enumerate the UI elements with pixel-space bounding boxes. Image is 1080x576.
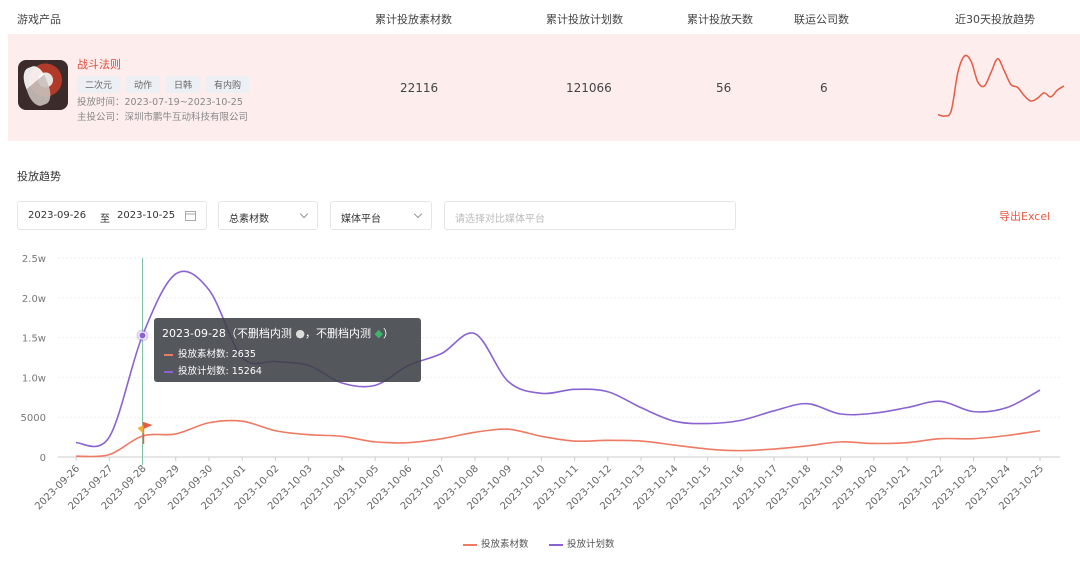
tag: 有内购 — [206, 76, 250, 93]
metric-select-value: 总素材数 — [229, 214, 269, 225]
date-separator: 至 — [100, 214, 110, 225]
header-days: 累计投放天数 — [687, 13, 753, 26]
tooltip-row-plans: 投放计划数: 15264 — [164, 363, 262, 377]
table-header: 游戏产品 累计投放素材数 累计投放计划数 累计投放天数 联运公司数 近30天投放… — [0, 0, 1080, 34]
product-company: 主投公司：深圳市鹏牛互动科技有限公司 — [77, 112, 249, 123]
header-product: 游戏产品 — [17, 13, 61, 26]
tag: 二次元 — [77, 76, 121, 93]
platform-select[interactable]: 媒体平台 — [330, 201, 432, 230]
stat-days: 56 — [716, 81, 732, 95]
chart-tooltip: 2023-09-28（不删档内测 ●，不删档内测 ◆） 投放素材数: 2635 … — [154, 318, 421, 382]
platform-select-value: 媒体平台 — [341, 214, 381, 225]
tag: 日韩 — [166, 76, 201, 93]
stat-companies: 6 — [820, 81, 828, 95]
compare-placeholder: 请选择对比媒体平台 — [455, 214, 545, 225]
y-tick-label: 1.5w — [22, 334, 46, 345]
product-row[interactable]: 战斗法则 二次元 动作 日韩 有内购 投放时间：2023-07-19~2023-… — [8, 34, 1080, 141]
compare-platform-input[interactable]: 请选择对比媒体平台 — [444, 201, 736, 230]
date-end[interactable]: 2023-10-25 — [117, 210, 175, 221]
legend-item-plans[interactable]: 投放计划数 — [549, 536, 615, 550]
date-range-picker[interactable]: 2023-09-26 至 2023-10-25 — [17, 201, 207, 230]
stat-materials: 22116 — [400, 81, 439, 95]
export-excel-button[interactable]: 导出Excel — [999, 208, 1050, 224]
chevron-down-icon — [413, 209, 423, 219]
stat-plans: 121066 — [566, 81, 612, 95]
metric-select[interactable]: 总素材数 — [218, 201, 318, 230]
legend-item-materials[interactable]: 投放素材数 — [463, 536, 529, 550]
event-flag-icon-alt — [137, 425, 144, 435]
calendar-icon — [185, 211, 196, 221]
product-period: 投放时间：2023-07-19~2023-10-25 — [77, 97, 243, 108]
section-title: 投放趋势 — [17, 170, 61, 183]
y-tick-label: 2.5w — [22, 254, 46, 265]
y-tick-label: 0 — [40, 453, 46, 464]
trend-chart[interactable]: 050001.0w1.5w2.0w2.5w 2023-09-262023-09-… — [0, 240, 1080, 530]
event-flag-icon — [143, 422, 153, 430]
y-tick-label: 2.0w — [22, 294, 46, 305]
android-icon: ◆ — [371, 327, 384, 340]
game-icon[interactable] — [18, 60, 68, 110]
y-tick-label: 1.0w — [22, 373, 46, 384]
header-materials: 累计投放素材数 — [375, 13, 452, 26]
header-plans: 累计投放计划数 — [546, 13, 623, 26]
apple-icon: ● — [291, 327, 306, 340]
header-trend: 近30天投放趋势 — [955, 13, 1035, 26]
tooltip-title: 2023-09-28（不删档内测 ●，不删档内测 ◆） — [162, 327, 395, 340]
series-line-materials — [75, 419, 1041, 458]
highlight-point-plans-core — [138, 331, 147, 340]
product-name[interactable]: 战斗法则 — [77, 56, 121, 72]
product-tags: 二次元 动作 日韩 有内购 — [77, 76, 250, 93]
y-tick-label: 5000 — [21, 413, 46, 424]
tag: 动作 — [126, 76, 161, 93]
chevron-down-icon — [299, 209, 309, 219]
tooltip-row-materials: 投放素材数: 2635 — [164, 346, 256, 360]
trend-sparkline — [937, 54, 1065, 117]
sparkline-line — [937, 54, 1065, 117]
date-start[interactable]: 2023-09-26 — [28, 210, 86, 221]
header-companies: 联运公司数 — [794, 13, 849, 26]
